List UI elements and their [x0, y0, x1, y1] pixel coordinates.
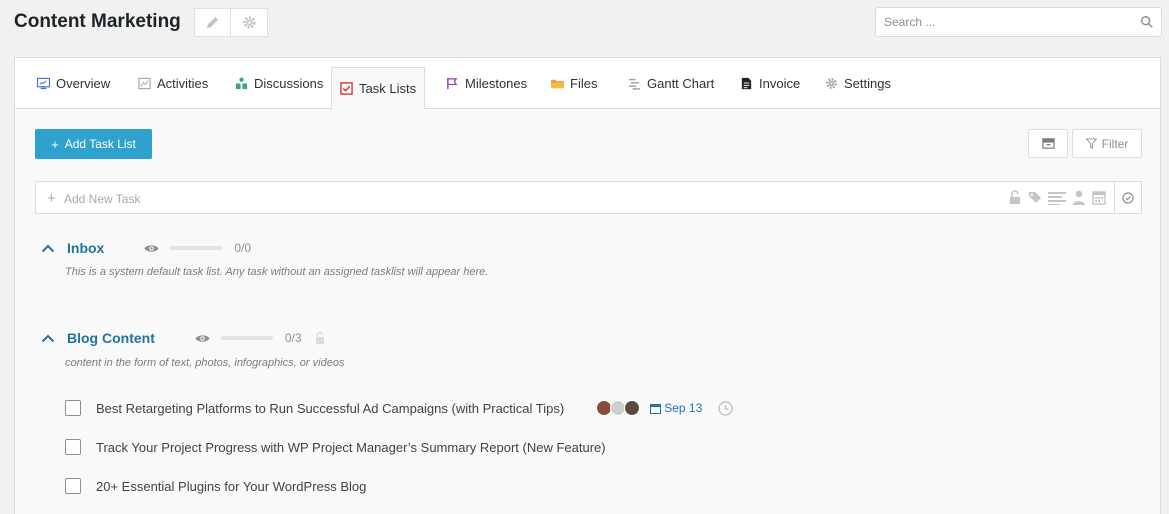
tab-files[interactable]: Files	[543, 58, 605, 109]
new-task-options	[1008, 190, 1106, 205]
gear-icon	[242, 16, 256, 29]
invoice-icon	[741, 77, 752, 90]
folder-icon	[551, 79, 564, 89]
tab-settings-label: Settings	[844, 76, 891, 91]
description-icon[interactable]	[1048, 190, 1066, 205]
archive-button[interactable]	[1028, 129, 1068, 158]
due-date[interactable]: Sep 13	[650, 401, 702, 415]
tab-gantt-chart-label: Gantt Chart	[647, 76, 715, 91]
task-list-description: content in the form of text, photos, inf…	[65, 357, 345, 369]
user-icon[interactable]	[1072, 190, 1086, 205]
search-box	[875, 7, 1162, 37]
task-lists-content: + Add Task List Filter + Add New Task In…	[15, 109, 1160, 514]
tab-invoice-label: Invoice	[759, 76, 801, 91]
chevron-up-icon[interactable]	[41, 333, 55, 343]
task-list-title[interactable]: Inbox	[67, 240, 104, 256]
progress-bar	[220, 336, 273, 340]
chevron-up-icon[interactable]	[41, 243, 55, 253]
tab-bar: Overview Activities Discussions Task Lis…	[15, 58, 1160, 110]
add-task-list-label: Add Task List	[64, 137, 136, 151]
edit-project-button[interactable]	[194, 8, 231, 37]
task-checkbox[interactable]	[65, 400, 81, 416]
task-row: 20+ Essential Plugins for Your WordPress…	[65, 478, 366, 494]
tab-settings[interactable]: Settings	[817, 58, 899, 109]
progress-bar	[170, 246, 223, 250]
tab-discussions-label: Discussions	[254, 76, 324, 91]
project-settings-button[interactable]	[231, 8, 268, 37]
page-title: Content Marketing	[14, 11, 181, 32]
task-checkbox[interactable]	[65, 439, 81, 455]
progress-count: 0/0	[234, 241, 252, 255]
gantt-icon	[628, 78, 641, 90]
progress-count: 0/3	[284, 331, 302, 345]
tab-files-label: Files	[570, 76, 598, 91]
task-list-header: Blog Content 0/3	[41, 330, 325, 346]
archive-icon	[1041, 138, 1055, 149]
tab-overview-label: Overview	[56, 76, 111, 91]
task-title[interactable]: Track Your Project Progress with WP Proj…	[96, 440, 606, 455]
tag-icon[interactable]	[1028, 190, 1042, 205]
tab-invoice[interactable]: Invoice	[732, 58, 808, 109]
task-list-title[interactable]: Blog Content	[67, 330, 155, 346]
task-row: Track Your Project Progress with WP Proj…	[65, 439, 606, 455]
tab-gantt-chart[interactable]: Gantt Chart	[620, 58, 722, 109]
due-date-label: Sep 13	[664, 401, 703, 415]
clock-icon[interactable]	[718, 400, 733, 416]
gear-icon	[826, 78, 837, 89]
filter-icon	[1085, 138, 1097, 149]
task-title[interactable]: Best Retargeting Platforms to Run Succes…	[96, 401, 564, 416]
tab-activities[interactable]: Activities	[130, 58, 216, 109]
tab-milestones[interactable]: Milestones	[438, 58, 535, 109]
calendar-icon	[650, 403, 662, 414]
tab-activities-label: Activities	[157, 76, 209, 91]
overview-icon	[37, 77, 50, 90]
project-panel: Overview Activities Discussions Task Lis…	[14, 57, 1161, 514]
search-input[interactable]	[876, 8, 1161, 36]
calendar-icon[interactable]	[1092, 190, 1106, 205]
avatar[interactable]	[624, 400, 641, 416]
search-icon[interactable]	[1140, 15, 1154, 29]
tab-overview[interactable]: Overview	[29, 58, 118, 109]
task-list-description: This is a system default task list. Any …	[65, 266, 489, 278]
assignees	[596, 400, 641, 416]
eye-icon[interactable]	[144, 243, 159, 254]
activities-icon	[138, 77, 151, 90]
plus-icon: +	[51, 136, 59, 152]
new-task-placeholder[interactable]: Add New Task	[64, 192, 140, 206]
filter-label: Filter	[1101, 136, 1129, 151]
task-checkbox[interactable]	[65, 478, 81, 494]
submit-task-button[interactable]	[1114, 182, 1141, 213]
check-circle-icon	[1122, 191, 1134, 204]
eye-icon[interactable]	[195, 333, 210, 344]
tab-milestones-label: Milestones	[465, 76, 528, 91]
tab-task-lists-label: Task Lists	[359, 81, 417, 96]
filter-button[interactable]: Filter	[1072, 129, 1142, 158]
lock-open-icon[interactable]	[315, 332, 325, 344]
task-title[interactable]: 20+ Essential Plugins for Your WordPress…	[96, 479, 366, 494]
task-list-header: Inbox 0/0	[41, 240, 251, 256]
lock-open-icon[interactable]	[1008, 190, 1022, 205]
task-lists-icon	[340, 82, 353, 95]
pencil-icon	[206, 16, 219, 29]
task-row: Best Retargeting Platforms to Run Succes…	[65, 400, 733, 416]
discussions-icon	[235, 77, 248, 90]
plus-icon: +	[47, 190, 56, 207]
tab-task-lists[interactable]: Task Lists	[331, 67, 426, 110]
milestones-icon	[447, 77, 458, 90]
tab-discussions[interactable]: Discussions	[227, 58, 331, 109]
new-task-bar[interactable]: + Add New Task	[35, 181, 1142, 214]
title-actions	[194, 8, 268, 37]
add-task-list-button[interactable]: + Add Task List	[35, 129, 152, 159]
